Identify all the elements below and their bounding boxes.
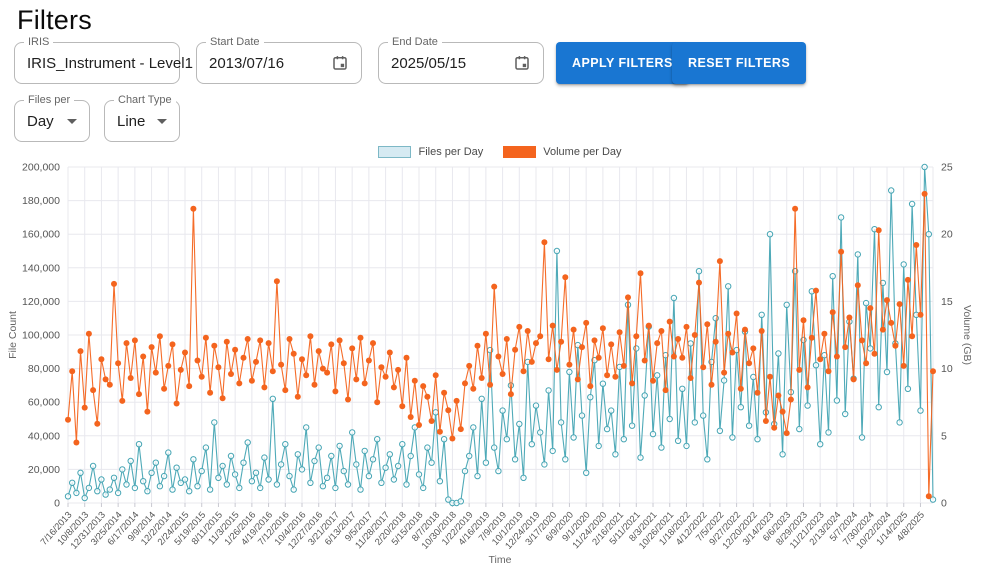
chart-canvas[interactable]: 0 20,000 40,000 60,000 80,000 100,000 120,000 1… — [0, 160, 1000, 574]
iris-field[interactable]: IRIS IRIS_Instrument - Level1 — [14, 42, 180, 84]
y-axis-right-title: Volume (GB) — [961, 305, 973, 365]
apply-filters-button[interactable]: APPLY FILTERS — [556, 42, 689, 84]
chevron-down-icon — [67, 119, 77, 124]
svg-text:20,000: 20,000 — [28, 464, 60, 476]
dashboard: Filters IRIS IRIS_Instrument - Level1 St… — [0, 0, 1000, 574]
files-per-label: Files per — [24, 94, 74, 106]
end-date-value: 2025/05/15 — [391, 55, 466, 72]
start-date-field[interactable]: Start Date 2013/07/16 — [196, 42, 362, 84]
iris-field-value: IRIS_Instrument - Level1 — [15, 43, 179, 83]
svg-text:160,000: 160,000 — [22, 229, 60, 241]
legend-item-files-per-day[interactable]: Files per Day — [378, 146, 483, 158]
svg-text:40,000: 40,000 — [28, 430, 60, 442]
volume-series-label: Volume per Day — [543, 146, 621, 158]
svg-text:0: 0 — [54, 498, 60, 510]
files-series-swatch — [378, 146, 411, 158]
svg-text:60,000: 60,000 — [28, 397, 60, 409]
calendar-icon[interactable] — [513, 54, 531, 72]
legend-item-volume-per-day[interactable]: Volume per Day — [503, 146, 621, 158]
svg-text:100,000: 100,000 — [22, 330, 60, 342]
svg-text:0: 0 — [941, 498, 947, 510]
svg-text:10: 10 — [941, 363, 953, 375]
chart-type-value: Line — [117, 113, 145, 130]
svg-text:180,000: 180,000 — [22, 195, 60, 207]
chart-area[interactable]: 0 20,000 40,000 60,000 80,000 100,000 120,000 1… — [0, 160, 1000, 574]
svg-text:15: 15 — [941, 296, 953, 308]
y-axis-left-title: File Count — [7, 311, 19, 359]
chart-legend: Files per Day Volume per Day — [0, 146, 1000, 158]
iris-field-label: IRIS — [24, 36, 53, 48]
svg-text:20: 20 — [941, 229, 953, 241]
end-date-label: End Date — [388, 36, 442, 48]
files-per-select[interactable]: Files per Day — [14, 100, 90, 142]
chart-type-select[interactable]: Chart Type Line — [104, 100, 180, 142]
calendar-icon[interactable] — [331, 54, 349, 72]
svg-text:80,000: 80,000 — [28, 363, 60, 375]
files-series-label: Files per Day — [418, 146, 483, 158]
chevron-down-icon — [157, 119, 167, 124]
start-date-label: Start Date — [206, 36, 264, 48]
svg-text:200,000: 200,000 — [22, 162, 60, 174]
x-axis-title: Time — [489, 554, 512, 566]
start-date-value: 2013/07/16 — [209, 55, 284, 72]
svg-text:120,000: 120,000 — [22, 296, 60, 308]
page-title: Filters — [17, 5, 92, 36]
end-date-field[interactable]: End Date 2025/05/15 — [378, 42, 544, 84]
volume-series-swatch — [503, 146, 536, 158]
svg-text:25: 25 — [941, 162, 953, 174]
chart-type-label: Chart Type — [114, 94, 176, 106]
svg-text:140,000: 140,000 — [22, 262, 60, 274]
svg-text:5: 5 — [941, 430, 947, 442]
reset-filters-button[interactable]: RESET FILTERS — [672, 42, 806, 84]
files-per-value: Day — [27, 113, 54, 130]
